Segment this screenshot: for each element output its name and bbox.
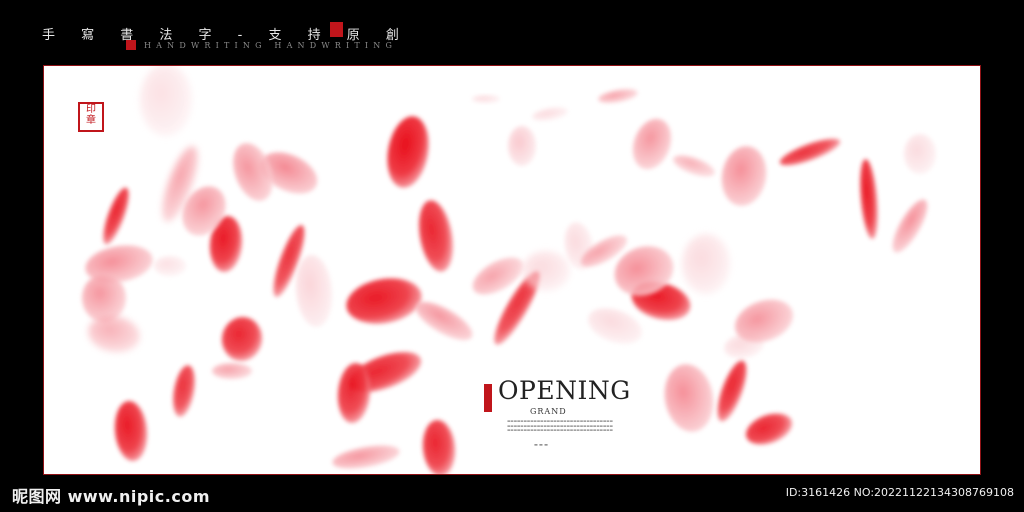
footer-site-logo: 昵图网 www.nipic.com [12, 487, 210, 506]
petal [532, 107, 568, 121]
petal [745, 413, 793, 445]
petal [721, 146, 767, 206]
petal-group [82, 66, 936, 474]
opening-seal-stamp [484, 384, 492, 412]
footer-id-text: ID:3161426 NO:20221122134308769108 [785, 486, 1014, 499]
opening-title: OPENING [498, 376, 631, 405]
petal [598, 89, 638, 103]
petal [295, 255, 333, 327]
petals-illustration [82, 66, 936, 474]
opening-body-lines: ▬▬▬▬▬▬▬▬▬▬▬▬▬▬▬▬▬▬▬▬▬▬▬▬▬▬▬▬▬▬▬▬ ▬▬▬▬▬▬▬… [507, 419, 613, 433]
petal [508, 126, 536, 166]
header-subtitle-en: HANDWRITING HANDWRITING [144, 41, 398, 50]
vertical-seal-stamp: 印章 [78, 102, 104, 132]
petal [779, 138, 841, 166]
petal [415, 301, 473, 341]
red-seal-stamp [330, 22, 343, 37]
petal [140, 66, 192, 136]
petal [892, 199, 928, 253]
petal [904, 134, 936, 174]
petal [717, 360, 747, 422]
opening-subtitle: GRAND [530, 407, 567, 416]
petal [419, 200, 453, 272]
petal [82, 274, 126, 322]
petal [154, 256, 186, 276]
petal [588, 308, 642, 344]
petal [682, 234, 730, 294]
petal [221, 317, 263, 361]
petal [212, 363, 252, 379]
petal [664, 364, 714, 432]
petal [387, 116, 429, 188]
petal [632, 118, 672, 170]
petal [332, 445, 400, 469]
petal [522, 251, 570, 291]
petal [673, 155, 715, 177]
petal [173, 365, 195, 417]
petal [860, 159, 878, 239]
petal [103, 187, 129, 245]
petal [422, 420, 456, 474]
small-seal-stamp [126, 40, 136, 50]
petal [472, 95, 500, 103]
petal-canvas: 印章 OPENING GRAND ▬▬▬▬▬▬▬▬▬▬▬▬▬▬▬▬▬▬▬▬▬▬▬… [44, 66, 980, 474]
petal [114, 401, 148, 461]
opening-tiny-line: ▬ ▬ ▬ [534, 442, 548, 447]
petal [346, 278, 422, 324]
